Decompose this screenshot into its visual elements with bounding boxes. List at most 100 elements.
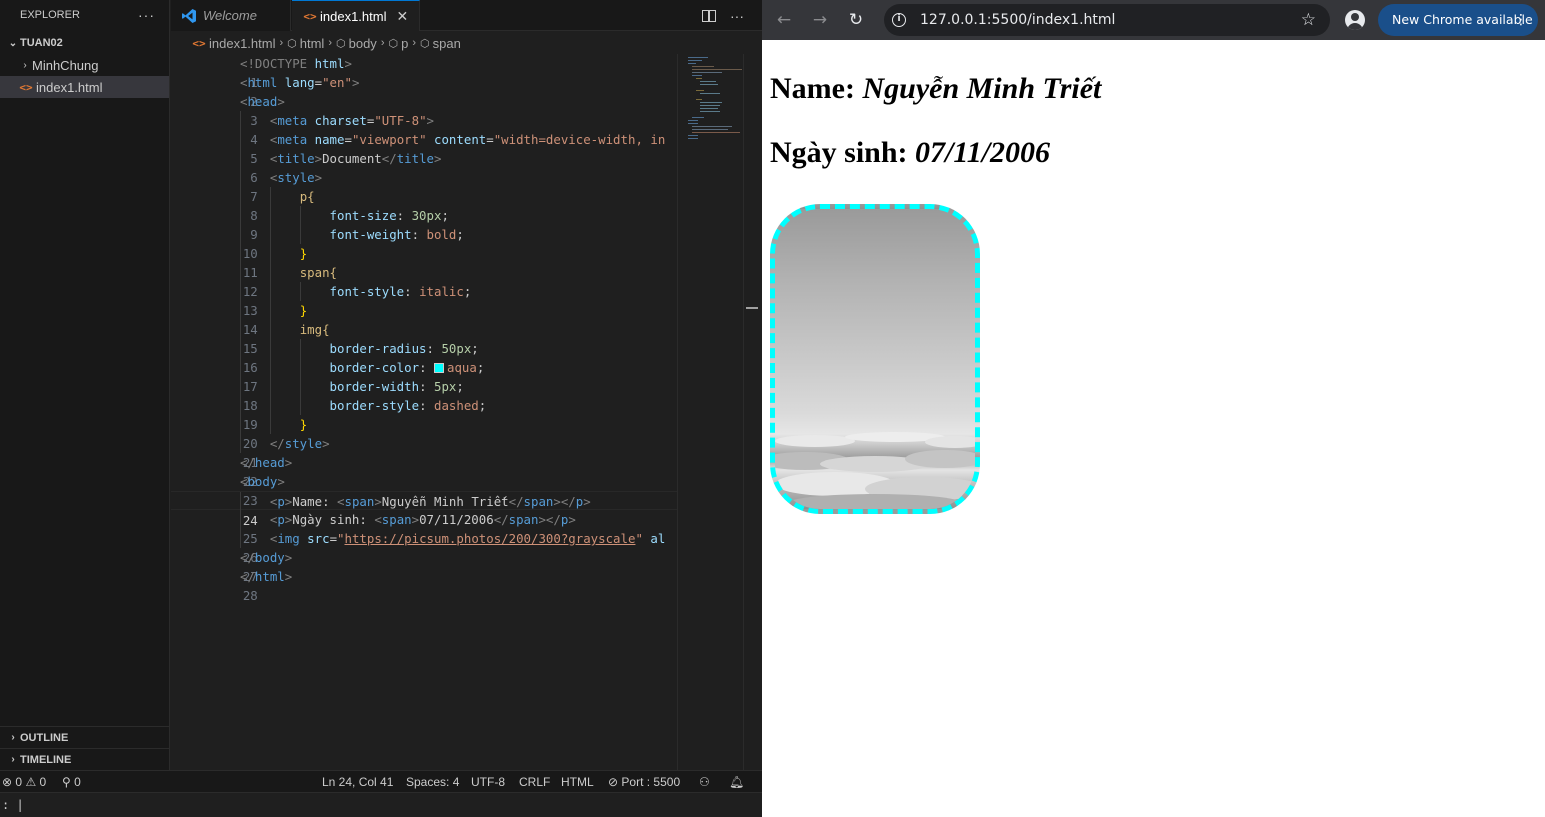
code-text: border-radius: 50px;: [329, 341, 479, 356]
split-editor-icon[interactable]: [702, 9, 716, 22]
forward-arrow-icon[interactable]: →: [808, 8, 832, 32]
name-value: Nguyễn Minh Triết: [862, 72, 1102, 105]
explorer-item-minhchung[interactable]: › MinhChung: [0, 54, 169, 76]
code-text: border-width: 5px;: [329, 379, 464, 394]
kebab-menu-icon[interactable]: ⋮: [1514, 4, 1528, 36]
ports-indicator[interactable]: ⚲ 0: [62, 771, 81, 793]
element-cube-icon: ⬡: [420, 37, 430, 50]
url-text[interactable]: 127.0.0.1:5500/index1.html: [920, 4, 1115, 36]
minimap[interactable]: [677, 54, 743, 770]
code-text: </body>: [240, 550, 293, 565]
code-text: <p>Ngày sinh: <span>07/11/2006</span></p…: [269, 512, 576, 527]
code-line: 13 font-style: italic;: [171, 282, 677, 318]
explorer-more-button[interactable]: ···: [138, 7, 155, 23]
dob-paragraph: Ngày sinh: 07/11/2006: [770, 136, 1051, 169]
bookmark-star-icon[interactable]: ☆: [1301, 4, 1316, 36]
tab-index1-label: index1.html: [320, 8, 387, 24]
code-line: 15 img{: [171, 320, 677, 356]
site-info-icon[interactable]: i: [892, 13, 906, 27]
code-text: <p>Name: <span>Nguyễn Minh Triết</span><…: [269, 494, 591, 509]
live-server-port[interactable]: ⊘ Port : 5500: [608, 771, 680, 793]
code-line: 28 </html>: [171, 567, 677, 603]
explorer-title: EXPLORER: [20, 9, 80, 21]
cursor-position[interactable]: Ln 24, Col 41: [322, 771, 393, 793]
code-line: 18 border-width: 5px;: [171, 377, 677, 413]
close-icon[interactable]: ✕: [396, 8, 408, 25]
code-text: <body>: [240, 474, 285, 489]
workspace-folder[interactable]: ⌄ TUAN02: [0, 32, 169, 54]
timeline-section[interactable]: › TIMELINE: [0, 748, 169, 770]
editor-tabbar: Welcome <> index1.html ✕ ···: [171, 0, 762, 31]
code-text: font-weight: bold;: [329, 227, 464, 242]
line-number: 28: [242, 588, 258, 603]
code-text: </style>: [269, 436, 330, 451]
explorer-item-label: MinhChung: [32, 57, 99, 73]
code-line: 22 </head>: [171, 453, 677, 489]
chrome-update-button[interactable]: New Chrome available ⋮: [1378, 4, 1538, 36]
code-text: <title>Document</title>: [269, 151, 442, 166]
code-text: <head>: [240, 94, 285, 109]
tab-index1[interactable]: <> index1.html ✕: [292, 0, 420, 31]
image-url-link[interactable]: https://picsum.photos/200/300?grayscale: [345, 531, 636, 546]
encoding[interactable]: UTF-8: [471, 771, 505, 793]
vscode-window: EXPLORER ··· ⌄ TUAN02 › MinhChung <> ind…: [0, 0, 762, 817]
chevron-down-icon: ⌄: [8, 37, 18, 49]
code-editor[interactable]: 1 <!DOCTYPE html> 2 <html lang="en"> 3 <…: [171, 54, 677, 770]
code-text: <meta charset="UTF-8">: [269, 113, 434, 128]
end-of-line[interactable]: CRLF: [519, 771, 550, 793]
terminal-prompt: : |: [2, 798, 24, 812]
cloud-photo: [770, 204, 980, 514]
chevron-right-icon: ›: [23, 59, 27, 71]
copilot-icon[interactable]: ⚇: [699, 771, 710, 793]
outline-section[interactable]: › OUTLINE: [0, 726, 169, 748]
code-line: 23 <body>: [171, 472, 677, 508]
code-line: 25 <p>Ngày sinh: <span>07/11/2006</span>…: [171, 510, 677, 546]
profile-avatar-icon[interactable]: [1345, 10, 1365, 30]
chevron-right-icon: ›: [11, 732, 15, 743]
code-line: 4 <meta charset="UTF-8">: [171, 111, 677, 147]
bell-icon[interactable]: 🔔︎: [729, 771, 744, 793]
code-line: 21 </style>: [171, 434, 677, 470]
more-actions-button[interactable]: ···: [730, 8, 744, 24]
code-line: 1 <!DOCTYPE html>: [171, 54, 677, 90]
editor-scrollbar[interactable]: [743, 54, 762, 770]
html-file-icon: <>: [303, 9, 317, 23]
indentation[interactable]: Spaces: 4: [406, 771, 459, 793]
error-icon: ⊗: [2, 775, 13, 789]
problems-indicator[interactable]: ⊗ 0 ⚠ 0: [2, 771, 46, 793]
reload-icon[interactable]: ↻: [844, 8, 868, 32]
back-arrow-icon[interactable]: ←: [772, 8, 796, 32]
breadcrumb-item[interactable]: index1.html: [209, 36, 275, 51]
code-text: border-color: aqua;: [329, 360, 485, 375]
code-line-current: 24 <p>Name: <span>Nguyễn Minh Triết</spa…: [171, 491, 677, 528]
explorer-header: EXPLORER ···: [0, 0, 169, 30]
code-line: 20 }: [171, 415, 677, 451]
code-text: p{: [299, 189, 315, 204]
color-swatch-icon[interactable]: [433, 363, 444, 373]
code-text: }: [299, 303, 308, 318]
workspace-folder-label: TUAN02: [20, 37, 63, 49]
code-line: 12 span{: [171, 263, 677, 299]
breadcrumb-item[interactable]: p: [401, 36, 408, 51]
tab-welcome[interactable]: Welcome: [171, 0, 291, 31]
language-mode[interactable]: HTML: [561, 771, 594, 793]
code-line: 17 border-color: aqua;: [171, 358, 677, 394]
code-text: }: [299, 417, 308, 432]
address-bar[interactable]: i 127.0.0.1:5500/index1.html ☆: [884, 4, 1330, 36]
code-line: 9 font-size: 30px;: [171, 206, 677, 242]
code-line: 7 <style>: [171, 168, 677, 204]
terminal-panel[interactable]: : |: [0, 792, 762, 817]
chrome-window: ← → ↻ i 127.0.0.1:5500/index1.html ☆ New…: [762, 0, 1545, 817]
explorer-item-index1[interactable]: <> index1.html: [0, 76, 169, 98]
code-line: 14 }: [171, 301, 677, 337]
outline-label: OUTLINE: [20, 731, 69, 744]
explorer-item-label: index1.html: [36, 79, 103, 95]
breadcrumb-item[interactable]: span: [433, 36, 461, 51]
code-line: 19 border-style: dashed;: [171, 396, 677, 432]
breadcrumb-item[interactable]: body: [349, 36, 377, 51]
chevron-right-icon: ›: [279, 37, 284, 49]
breadcrumb-item[interactable]: html: [300, 36, 325, 51]
chevron-right-icon: ›: [412, 37, 416, 49]
vscode-logo-icon: [182, 8, 196, 23]
code-text: span{: [299, 265, 337, 280]
